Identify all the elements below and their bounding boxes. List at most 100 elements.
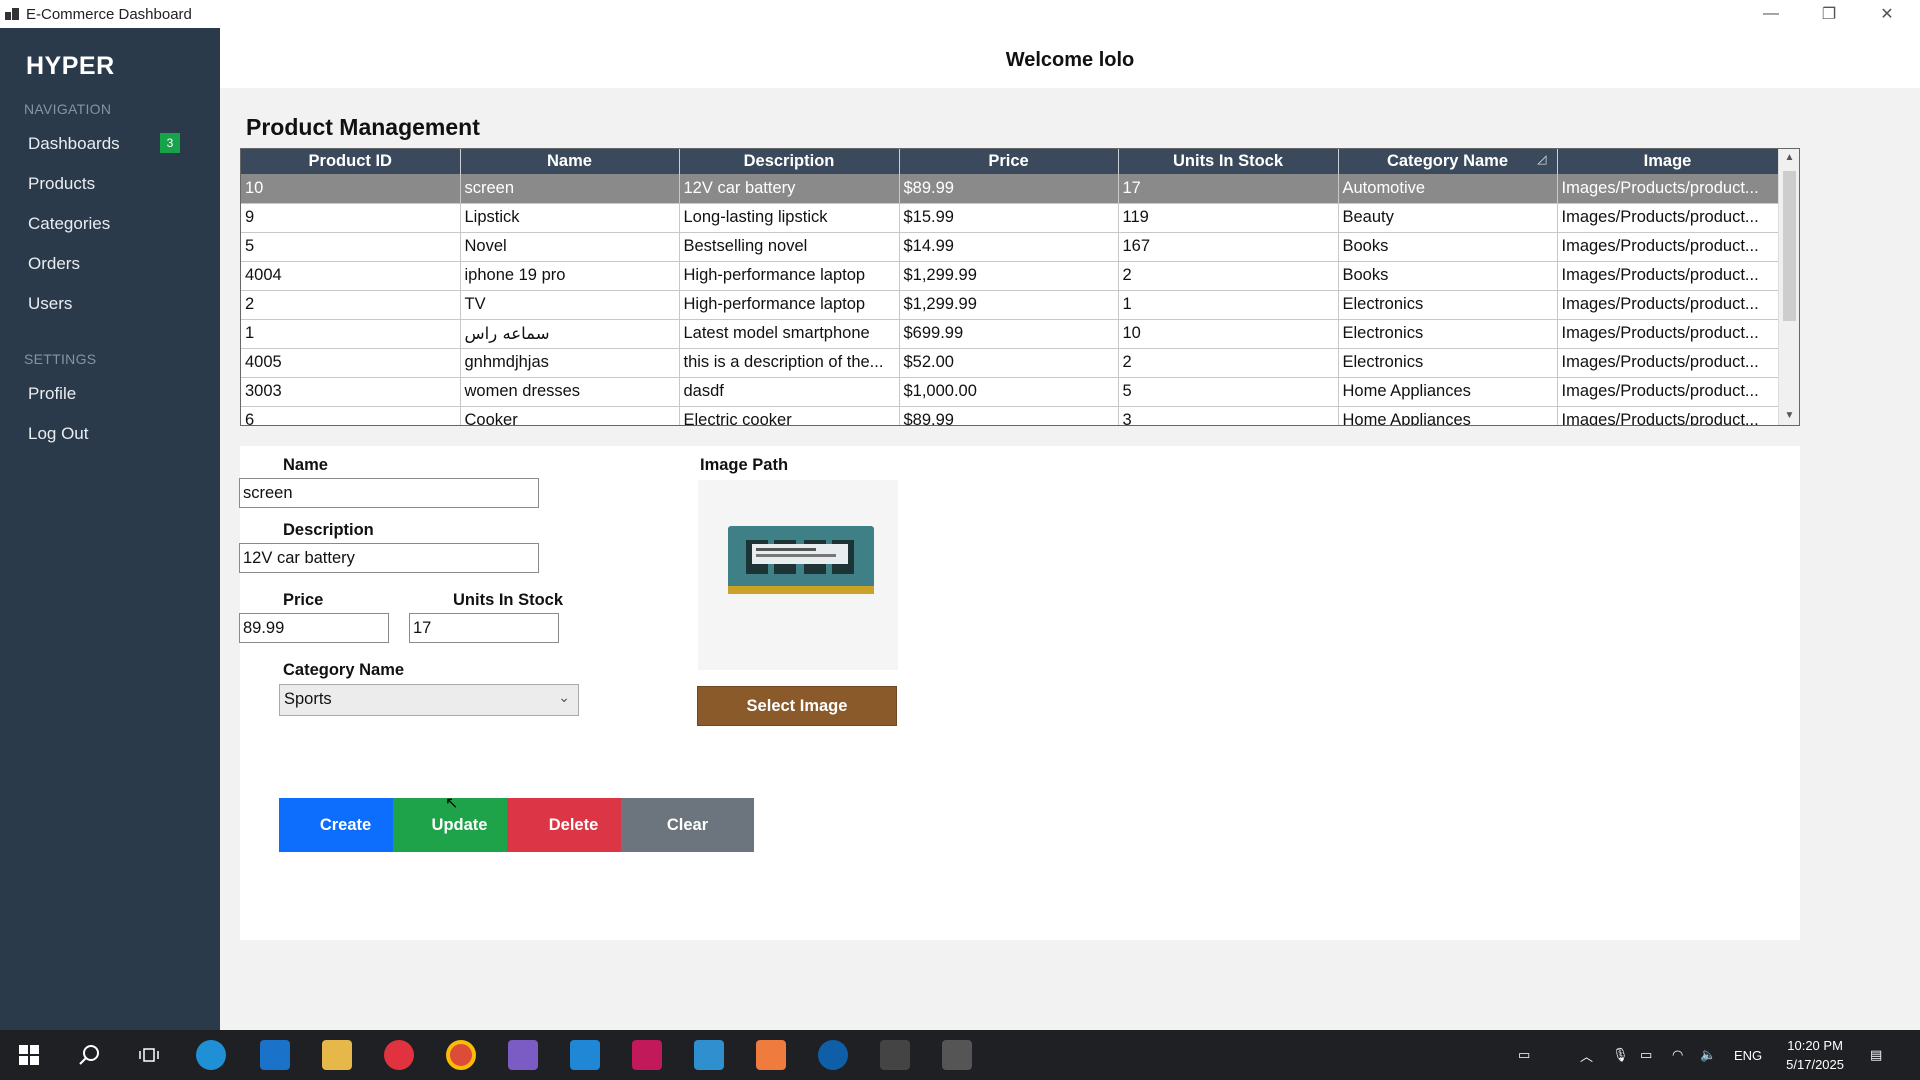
column-header-product-id[interactable]: Product ID xyxy=(241,149,461,174)
close-button[interactable]: ✕ xyxy=(1858,0,1916,28)
table-cell-image: Images/Products/product... xyxy=(1557,406,1779,425)
battery-icon[interactable]: ▭ xyxy=(1640,1030,1652,1080)
products-grid[interactable]: Product ID Name Description Price Units … xyxy=(240,148,1800,426)
wifi-icon[interactable]: ◠ xyxy=(1672,1030,1683,1080)
column-header-category-name[interactable]: Category Name ◿ xyxy=(1338,149,1558,174)
table-cell-name: TV xyxy=(460,290,680,320)
table-cell-id: 4005 xyxy=(241,348,461,378)
visual-studio-icon[interactable] xyxy=(508,1040,538,1070)
table-row[interactable]: 1 سماعه راس Latest model smartphone $699.99… xyxy=(241,319,1779,349)
search-icon[interactable] xyxy=(74,1040,104,1070)
sidebar-item-users[interactable]: Users xyxy=(28,294,72,314)
table-cell-description: dasdf xyxy=(679,377,900,407)
volume-icon[interactable]: 🔈 xyxy=(1700,1030,1716,1080)
table-cell-name: Novel xyxy=(460,232,680,262)
language-indicator[interactable]: ENG xyxy=(1734,1030,1762,1080)
table-cell-name: سماعه راس xyxy=(460,319,680,349)
webstorm-icon[interactable] xyxy=(694,1040,724,1070)
app-icon-extra-1[interactable] xyxy=(880,1040,910,1070)
page-title: Product Management xyxy=(246,114,480,140)
ram-module-image xyxy=(728,526,874,594)
keyboard-icon[interactable]: ▭ xyxy=(1518,1030,1530,1080)
table-cell-description: High-performance laptop xyxy=(679,290,900,320)
scroll-down-icon[interactable]: ▼ xyxy=(1779,407,1799,425)
file-explorer-icon[interactable] xyxy=(322,1040,352,1070)
chrome-icon[interactable] xyxy=(446,1040,476,1070)
table-row[interactable]: 6 Cooker Electric cooker $89.99 3 Home Applia… xyxy=(241,406,1779,425)
table-cell-image: Images/Products/product... xyxy=(1557,319,1779,349)
column-header-price[interactable]: Price xyxy=(899,149,1119,174)
table-cell-price: $15.99 xyxy=(899,203,1119,233)
window-title: E-Commerce Dashboard xyxy=(26,5,192,23)
column-header-name[interactable]: Name xyxy=(460,149,680,174)
table-cell-id: 3003 xyxy=(241,377,461,407)
sidebar-item-orders[interactable]: Orders xyxy=(28,254,80,274)
table-cell-price: $1,000.00 xyxy=(899,377,1119,407)
category-select[interactable]: Sports ⌄ xyxy=(279,684,579,716)
sidebar-item-products[interactable]: Products xyxy=(28,174,95,194)
notifications-icon[interactable]: ▤ xyxy=(1870,1030,1882,1080)
sidebar-item-profile[interactable]: Profile xyxy=(28,384,76,404)
units-in-stock-input[interactable] xyxy=(409,613,559,643)
table-cell-category: Books xyxy=(1338,232,1558,262)
select-image-button[interactable]: Select Image xyxy=(697,686,897,726)
table-cell-stock: 1 xyxy=(1118,290,1339,320)
table-cell-id: 5 xyxy=(241,232,461,262)
name-label: Name xyxy=(283,456,328,474)
chevron-up-icon[interactable]: ︿ xyxy=(1580,1030,1593,1080)
column-header-units-in-stock[interactable]: Units In Stock xyxy=(1118,149,1339,174)
table-cell-category: Automotive xyxy=(1338,174,1558,204)
table-cell-category: Electronics xyxy=(1338,290,1558,320)
table-row[interactable]: 9 Lipstick Long-lasting lipstick $15.99 119 B… xyxy=(241,203,1779,233)
table-row[interactable]: 4005 gnhmdjhjas this is a description of t… xyxy=(241,348,1779,378)
table-cell-name: women dresses xyxy=(460,377,680,407)
column-header-image[interactable]: Image xyxy=(1557,149,1779,174)
edge-browser-icon[interactable] xyxy=(196,1040,226,1070)
scroll-up-icon[interactable]: ▲ xyxy=(1779,149,1799,167)
table-cell-category: Electronics xyxy=(1338,319,1558,349)
table-cell-description: High-performance laptop xyxy=(679,261,900,291)
sidebar-item-logout[interactable]: Log Out xyxy=(28,424,89,444)
rider-icon[interactable] xyxy=(632,1040,662,1070)
table-cell-image: Images/Products/product... xyxy=(1557,348,1779,378)
table-cell-image: Images/Products/product... xyxy=(1557,377,1779,407)
name-input[interactable] xyxy=(239,478,539,508)
table-row[interactable]: 2 TV High-performance laptop $1,299.99 1 Elec… xyxy=(241,290,1779,320)
description-input[interactable] xyxy=(239,543,539,573)
table-row[interactable]: 10 screen 12V car battery $89.99 17 Automotiv… xyxy=(241,174,1779,204)
clear-button[interactable]: Clear xyxy=(621,798,754,852)
price-input[interactable] xyxy=(239,613,389,643)
clock-time: 10:20 PM xyxy=(1787,1038,1843,1053)
image-path-label: Image Path xyxy=(700,456,789,474)
minimize-button[interactable]: — xyxy=(1742,0,1800,28)
table-cell-id: 6 xyxy=(241,406,461,425)
taskbar-clock[interactable]: 10:20 PM 5/17/2025 xyxy=(1786,1036,1844,1074)
vscode-icon[interactable] xyxy=(570,1040,600,1070)
table-row[interactable]: 5 Novel Bestselling novel $14.99 167 Books Ima… xyxy=(241,232,1779,262)
restore-icon: ❐ xyxy=(1821,6,1837,23)
price-label: Price xyxy=(283,591,324,609)
category-label: Category Name xyxy=(283,661,405,679)
table-cell-image: Images/Products/product... xyxy=(1557,261,1779,291)
network-app-icon[interactable] xyxy=(818,1040,848,1070)
task-view-icon[interactable] xyxy=(134,1040,164,1070)
grid-vertical-scrollbar[interactable]: ▲ ▼ xyxy=(1778,149,1799,425)
table-cell-stock: 3 xyxy=(1118,406,1339,425)
table-cell-price: $89.99 xyxy=(899,406,1119,425)
table-row[interactable]: 4004 iphone 19 pro High-performance laptop… xyxy=(241,261,1779,291)
column-header-description[interactable]: Description xyxy=(679,149,900,174)
restore-button[interactable]: ❐ xyxy=(1800,0,1858,28)
windows-start-icon[interactable] xyxy=(14,1040,44,1070)
outlook-icon[interactable] xyxy=(260,1040,290,1070)
app-icon-extra-2[interactable] xyxy=(942,1040,972,1070)
red-app-icon[interactable] xyxy=(384,1040,414,1070)
office-icon[interactable] xyxy=(756,1040,786,1070)
sidebar-item-categories[interactable]: Categories xyxy=(28,214,110,234)
mouse-cursor-icon: ↖ xyxy=(445,795,459,812)
scrollbar-thumb[interactable] xyxy=(1783,171,1796,321)
microphone-icon[interactable]: 🎙 xyxy=(1612,1030,1629,1080)
sidebar-item-dashboards[interactable]: Dashboards xyxy=(28,134,120,154)
table-row[interactable]: 3003 women dresses dasdf $1,000.00 5 Home App… xyxy=(241,377,1779,407)
table-cell-description: Bestselling novel xyxy=(679,232,900,262)
category-selected-value: Sports xyxy=(284,690,332,708)
